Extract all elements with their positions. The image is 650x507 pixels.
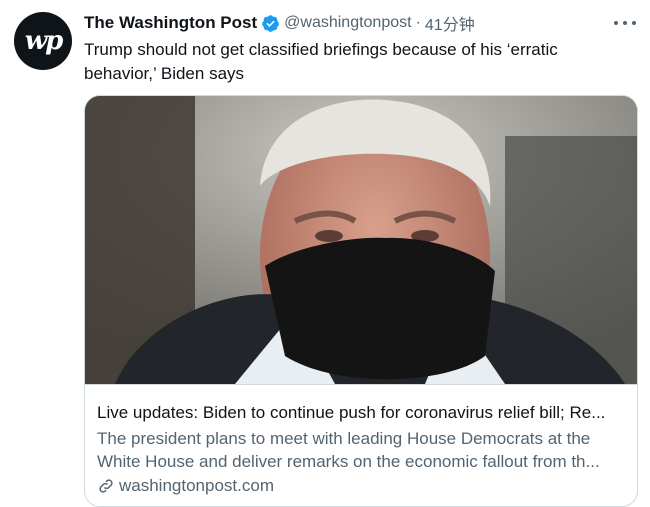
- more-horizontal-icon[interactable]: [614, 14, 636, 32]
- author-avatar[interactable]: wp: [14, 12, 72, 70]
- verified-badge-icon: [261, 14, 280, 33]
- tweet-timestamp[interactable]: 41分钟: [425, 11, 475, 35]
- author-handle[interactable]: @washingtonpost: [284, 14, 411, 32]
- card-description: The president plans to meet with leading…: [97, 429, 600, 471]
- link-icon: [97, 477, 115, 495]
- separator-dot: ·: [415, 14, 421, 31]
- tweet-header: The Washington Post @washingtonpost · 41…: [84, 12, 634, 34]
- card-domain-label[interactable]: washingtonpost.com: [119, 476, 274, 496]
- card-image[interactable]: [85, 96, 637, 384]
- tweet-text: Trump should not get classified briefing…: [84, 40, 558, 83]
- author-name[interactable]: The Washington Post: [84, 13, 257, 33]
- link-card[interactable]: Live updates: Biden to continue push for…: [84, 95, 638, 507]
- card-title[interactable]: Live updates: Biden to continue push for…: [97, 403, 623, 423]
- washington-post-logo: wp: [24, 26, 64, 56]
- card-domain[interactable]: washingtonpost.com: [97, 476, 274, 496]
- card-body[interactable]: Live updates: Biden to continue push for…: [85, 384, 637, 506]
